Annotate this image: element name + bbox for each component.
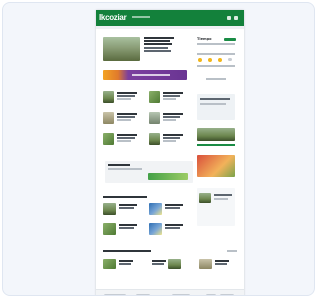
story-thumbnail[interactable] bbox=[149, 223, 162, 235]
section-heading bbox=[103, 196, 147, 198]
story-headline[interactable] bbox=[165, 224, 183, 226]
story-headline[interactable] bbox=[165, 227, 180, 229]
sidebar-ad-image[interactable] bbox=[197, 128, 235, 141]
story-headline[interactable] bbox=[117, 92, 137, 94]
story-headline[interactable] bbox=[117, 134, 137, 136]
story-headline[interactable] bbox=[152, 260, 166, 262]
sidebar-ad-bar[interactable] bbox=[197, 144, 235, 146]
sun-icon bbox=[208, 58, 212, 62]
story-headline[interactable] bbox=[119, 227, 134, 229]
sun-icon bbox=[198, 58, 202, 62]
site-header: Ikcoziar bbox=[96, 10, 244, 26]
lead-story-headline-line[interactable] bbox=[144, 37, 174, 39]
lead-story-summary-line bbox=[144, 47, 168, 49]
preview-frame: Ikcoziar Tiempo bbox=[2, 2, 315, 296]
widget-line bbox=[214, 194, 232, 196]
story-thumbnail[interactable] bbox=[149, 133, 160, 145]
story-thumbnail[interactable] bbox=[149, 203, 162, 215]
footer-link[interactable] bbox=[172, 294, 190, 295]
footer-link[interactable] bbox=[136, 294, 150, 295]
story-headline[interactable] bbox=[117, 95, 135, 97]
story-headline[interactable] bbox=[163, 137, 180, 139]
weather-subtitle bbox=[197, 43, 235, 45]
story-meta bbox=[117, 119, 131, 121]
search-icon[interactable] bbox=[227, 16, 231, 20]
story-headline[interactable] bbox=[165, 207, 180, 209]
weather-more-link[interactable] bbox=[206, 78, 226, 80]
promo-text bbox=[108, 168, 142, 170]
story-headline[interactable] bbox=[117, 137, 135, 139]
promo-ad-strip[interactable] bbox=[148, 173, 188, 180]
story-meta bbox=[117, 140, 131, 142]
story-headline[interactable] bbox=[163, 113, 183, 115]
lead-story-headline-line[interactable] bbox=[144, 43, 172, 45]
footer-link[interactable] bbox=[220, 294, 234, 295]
story-headline[interactable] bbox=[119, 207, 134, 209]
story-thumbnail[interactable] bbox=[168, 259, 181, 269]
banner-text bbox=[132, 74, 170, 76]
story-headline[interactable] bbox=[215, 260, 229, 262]
story-thumbnail[interactable] bbox=[103, 223, 116, 235]
story-thumbnail[interactable] bbox=[103, 91, 114, 103]
weather-button[interactable] bbox=[224, 38, 236, 41]
story-meta bbox=[117, 98, 131, 100]
story-headline[interactable] bbox=[117, 113, 137, 115]
widget-line bbox=[200, 103, 226, 105]
section-heading bbox=[103, 250, 151, 252]
story-headline[interactable] bbox=[119, 224, 137, 226]
weather-days-row bbox=[197, 53, 235, 55]
story-headline[interactable] bbox=[163, 116, 180, 118]
story-meta bbox=[163, 119, 176, 121]
story-headline[interactable] bbox=[215, 263, 227, 265]
logo-tagline bbox=[132, 16, 150, 18]
story-thumbnail[interactable] bbox=[149, 91, 160, 103]
site-logo[interactable]: Ikcoziar bbox=[99, 13, 127, 23]
footer-link[interactable] bbox=[104, 294, 126, 295]
story-headline[interactable] bbox=[117, 116, 135, 118]
menu-icon[interactable] bbox=[234, 16, 238, 20]
nav-bar bbox=[96, 26, 244, 29]
cloud-icon bbox=[228, 58, 232, 61]
widget-thumbnail[interactable] bbox=[199, 193, 211, 203]
story-headline[interactable] bbox=[119, 204, 137, 206]
lead-story-summary-line bbox=[144, 50, 171, 52]
story-thumbnail[interactable] bbox=[103, 259, 116, 269]
story-headline[interactable] bbox=[163, 92, 183, 94]
lead-story-headline-line[interactable] bbox=[144, 40, 170, 42]
sidebar-ad-image[interactable] bbox=[197, 155, 235, 177]
promo-heading bbox=[108, 164, 130, 166]
story-thumbnail[interactable] bbox=[103, 203, 116, 215]
lead-story-image[interactable] bbox=[103, 37, 140, 61]
story-headline[interactable] bbox=[119, 263, 131, 265]
story-thumbnail[interactable] bbox=[149, 112, 160, 124]
story-headline[interactable] bbox=[119, 260, 133, 262]
weather-label: Tiempo bbox=[197, 37, 212, 41]
story-headline[interactable] bbox=[163, 95, 180, 97]
story-thumbnail[interactable] bbox=[199, 259, 212, 269]
story-headline[interactable] bbox=[152, 263, 164, 265]
story-headline[interactable] bbox=[163, 134, 183, 136]
weather-temps-row bbox=[197, 65, 235, 67]
widget-line bbox=[214, 198, 228, 200]
story-meta bbox=[163, 140, 176, 142]
footer-link[interactable] bbox=[206, 294, 216, 295]
story-meta bbox=[163, 98, 176, 100]
webpage-thumbnail[interactable]: Ikcoziar Tiempo bbox=[96, 10, 244, 295]
pagination-arrows[interactable] bbox=[227, 250, 237, 252]
story-thumbnail[interactable] bbox=[103, 133, 114, 145]
widget-line bbox=[200, 98, 230, 100]
sun-icon bbox=[218, 58, 222, 62]
story-thumbnail[interactable] bbox=[103, 112, 114, 124]
story-headline[interactable] bbox=[165, 204, 183, 206]
